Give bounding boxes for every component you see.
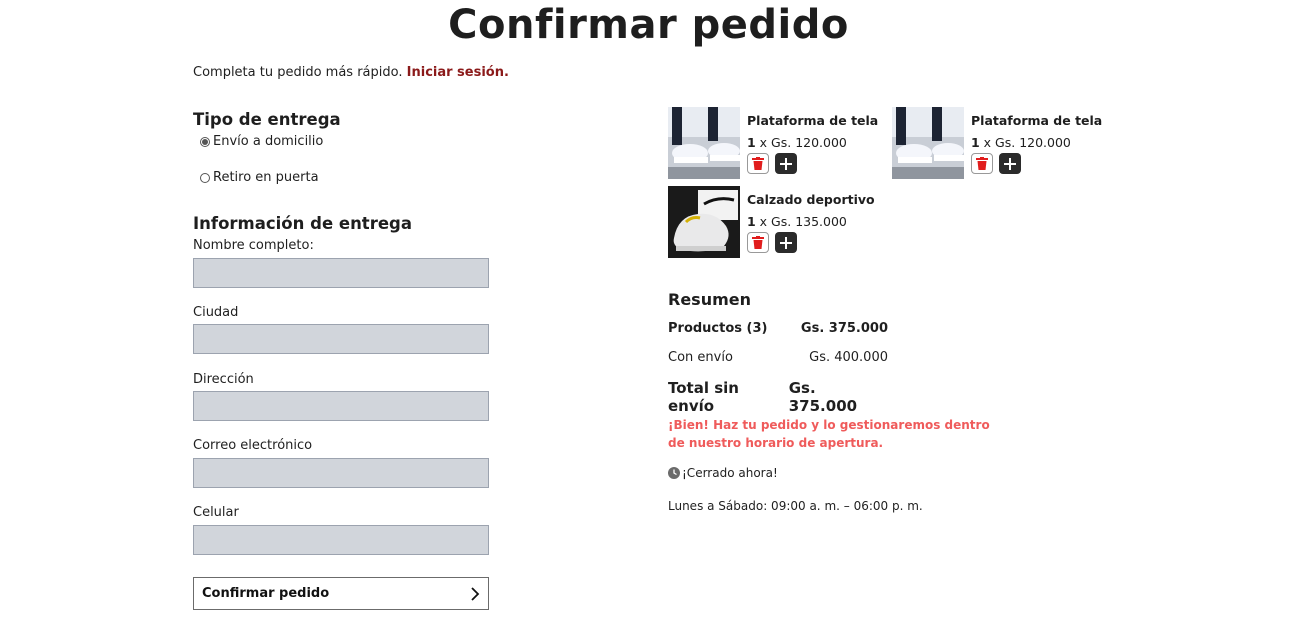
phone-label: Celular bbox=[193, 505, 239, 520]
name-label: Nombre completo: bbox=[193, 238, 314, 253]
delivery-option-home[interactable]: Envío a domicilio bbox=[200, 134, 323, 149]
trash-icon bbox=[752, 157, 764, 170]
add-item-button[interactable] bbox=[775, 232, 797, 253]
delivery-info-heading: Información de entrega bbox=[193, 214, 412, 233]
product-price-text: x Gs. 135.000 bbox=[755, 214, 847, 229]
summary-value: Gs. 375.000 bbox=[788, 379, 858, 415]
plus-icon bbox=[780, 236, 792, 249]
login-link[interactable]: Iniciar sesión. bbox=[407, 65, 509, 80]
remove-item-button[interactable] bbox=[971, 153, 993, 174]
cart-item: Plataforma de tela 1 x Gs. 120.000 bbox=[668, 107, 888, 179]
product-image[interactable] bbox=[892, 107, 964, 179]
product-name: Plataforma de tela bbox=[747, 113, 879, 128]
store-status-text: ¡Cerrado ahora! bbox=[682, 466, 778, 480]
product-price: 1 x Gs. 135.000 bbox=[747, 214, 847, 229]
confirm-order-button[interactable]: Confirmar pedido bbox=[193, 577, 489, 610]
product-name: Calzado deportivo bbox=[747, 192, 875, 207]
remove-item-button[interactable] bbox=[747, 232, 769, 253]
remove-item-button[interactable] bbox=[747, 153, 769, 174]
delivery-type-heading: Tipo de entrega bbox=[193, 110, 341, 129]
trash-icon bbox=[976, 157, 988, 170]
summary-heading: Resumen bbox=[668, 290, 751, 309]
product-price: 1 x Gs. 120.000 bbox=[747, 135, 847, 150]
product-image[interactable] bbox=[668, 186, 740, 258]
product-price-text: x Gs. 120.000 bbox=[979, 135, 1071, 150]
summary-row-products: Productos (3) Gs. 375.000 bbox=[668, 321, 888, 336]
add-item-button[interactable] bbox=[775, 153, 797, 174]
cart-item: Calzado deportivo 1 x Gs. 135.000 bbox=[668, 186, 888, 258]
chevron-right-icon bbox=[471, 586, 480, 601]
page-title: Confirmar pedido bbox=[448, 2, 849, 48]
summary-row-shipping: Con envío Gs. 400.000 bbox=[668, 350, 888, 365]
delivery-option-pickup[interactable]: Retiro en puerta bbox=[200, 170, 319, 185]
login-prompt-text: Completa tu pedido más rápido. bbox=[193, 65, 403, 80]
summary-label: Con envío bbox=[668, 350, 733, 365]
product-price-text: x Gs. 120.000 bbox=[755, 135, 847, 150]
confirm-order-label: Confirmar pedido bbox=[202, 586, 330, 601]
address-field[interactable] bbox=[193, 391, 489, 421]
radio-home[interactable] bbox=[200, 136, 210, 147]
city-field[interactable] bbox=[193, 324, 489, 354]
product-name: Plataforma de tela bbox=[971, 113, 1103, 128]
product-price: 1 x Gs. 120.000 bbox=[971, 135, 1071, 150]
store-hours: Lunes a Sábado: 09:00 a. m. – 06:00 p. m… bbox=[668, 499, 923, 513]
city-label: Ciudad bbox=[193, 305, 239, 320]
email-field[interactable] bbox=[193, 458, 489, 488]
name-field[interactable] bbox=[193, 258, 489, 288]
summary-label: Total sin envío bbox=[668, 379, 739, 415]
delivery-option-home-label: Envío a domicilio bbox=[213, 134, 324, 149]
address-label: Dirección bbox=[193, 372, 254, 387]
product-qty: 1 bbox=[971, 135, 980, 150]
trash-icon bbox=[752, 236, 764, 249]
product-qty: 1 bbox=[747, 135, 756, 150]
summary-value: Gs. 375.000 bbox=[800, 321, 888, 336]
product-qty: 1 bbox=[747, 214, 756, 229]
phone-field[interactable] bbox=[193, 525, 489, 555]
order-notice: ¡Bien! Haz tu pedido y lo gestionaremos … bbox=[668, 418, 990, 450]
product-image[interactable] bbox=[668, 107, 740, 179]
add-item-button[interactable] bbox=[999, 153, 1021, 174]
plus-icon bbox=[1004, 157, 1016, 170]
delivery-option-pickup-label: Retiro en puerta bbox=[213, 170, 319, 185]
login-prompt: Completa tu pedido más rápido. Iniciar s… bbox=[193, 65, 509, 80]
radio-pickup[interactable] bbox=[200, 172, 210, 183]
plus-icon bbox=[780, 157, 792, 170]
cart-item: Plataforma de tela 1 x Gs. 120.000 bbox=[892, 107, 1112, 179]
summary-value: Gs. 400.000 bbox=[809, 350, 888, 365]
summary-label: Productos (3) bbox=[668, 321, 768, 336]
store-status: ¡Cerrado ahora! bbox=[668, 466, 778, 480]
summary-row-total: Total sin envío Gs. 375.000 bbox=[668, 379, 888, 415]
clock-icon bbox=[668, 467, 680, 479]
email-label: Correo electrónico bbox=[193, 438, 313, 453]
